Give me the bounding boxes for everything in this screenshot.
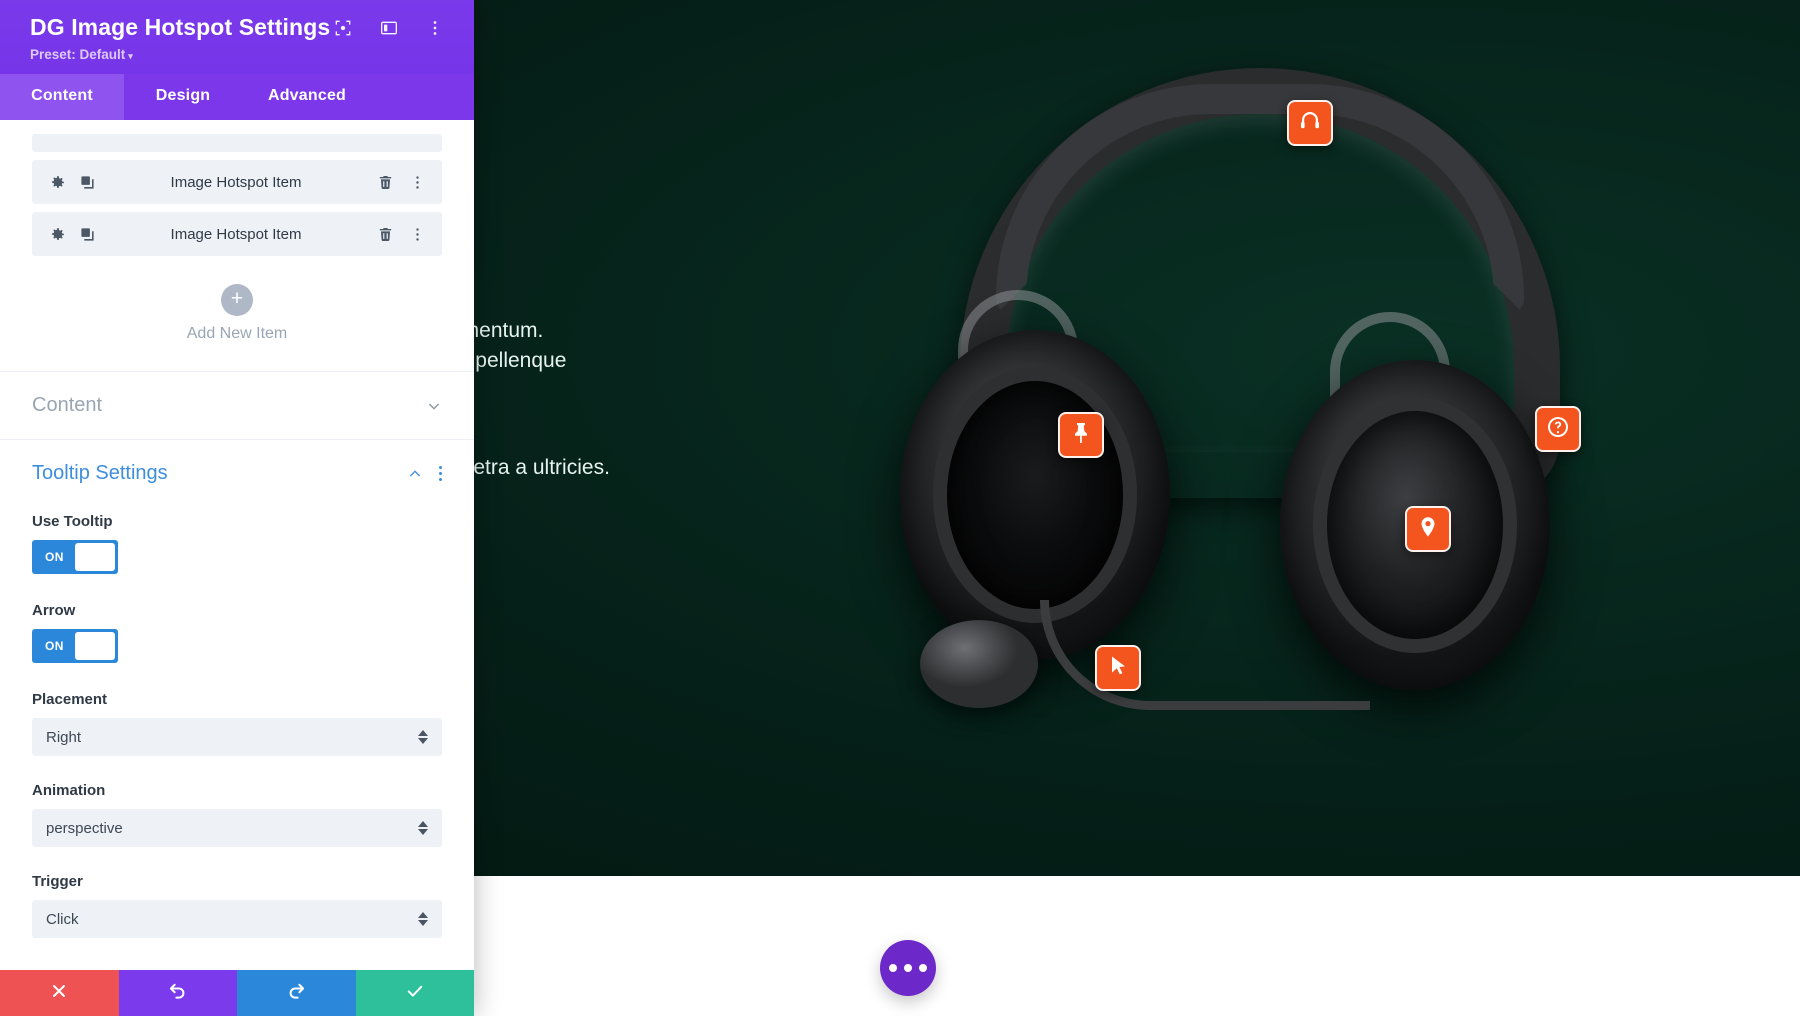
more-vertical-icon[interactable]	[439, 466, 442, 481]
use-tooltip-toggle[interactable]: ON	[32, 540, 118, 574]
headphone-mic-arm	[1040, 600, 1370, 710]
redo-button[interactable]	[237, 970, 356, 1016]
animation-label: Animation	[32, 782, 106, 799]
headphones-icon	[1298, 109, 1322, 138]
question-circle-icon	[1546, 415, 1570, 444]
use-tooltip-state: ON	[45, 550, 64, 564]
trash-icon[interactable]	[374, 171, 396, 193]
redo-icon	[286, 981, 306, 1006]
chevron-down-icon[interactable]	[426, 398, 442, 414]
placement-label: Placement	[32, 691, 108, 708]
modal-tabs: Content Design Advanced	[0, 74, 474, 120]
ellipsis-icon	[919, 964, 927, 972]
add-new-item-label: Add New Item	[186, 325, 288, 342]
section-content[interactable]: Content	[0, 371, 474, 439]
gear-icon[interactable]	[46, 223, 68, 245]
hotspot-question[interactable]	[1535, 406, 1581, 452]
field-trigger: Trigger Click	[0, 873, 474, 938]
undo-icon	[168, 981, 188, 1006]
hotspot-cursor[interactable]	[1095, 645, 1141, 691]
undo-button[interactable]	[118, 970, 237, 1016]
save-button[interactable]	[355, 970, 474, 1016]
chevron-up-icon[interactable]	[407, 466, 423, 482]
toggle-knob	[75, 632, 115, 660]
field-use-tooltip: Use Tooltip ON	[0, 513, 474, 574]
close-icon	[49, 981, 69, 1006]
modal-header: DG Image Hotspot Settings Preset: Defaul…	[0, 0, 474, 74]
toggle-knob	[75, 543, 115, 571]
use-tooltip-label: Use Tooltip	[32, 513, 113, 530]
trigger-label: Trigger	[32, 873, 83, 890]
arrow-toggle[interactable]: ON	[32, 629, 118, 663]
modal-title: DG Image Hotspot Settings	[30, 14, 331, 40]
section-tooltip-settings-label: Tooltip Settings	[32, 462, 168, 484]
placement-value: Right	[46, 728, 82, 746]
select-arrows-icon	[418, 821, 428, 835]
gear-icon[interactable]	[46, 171, 68, 193]
animation-value: perspective	[46, 819, 123, 837]
check-icon	[405, 981, 425, 1006]
section-tooltip-settings[interactable]: Tooltip Settings	[0, 439, 474, 507]
hotspot-item-partial[interactable]	[32, 134, 442, 152]
field-placement: Placement Right	[0, 691, 474, 756]
headphone-headband-pad	[996, 84, 1524, 314]
list-item-label: Image Hotspot Item	[170, 225, 302, 243]
duplicate-icon[interactable]	[76, 223, 98, 245]
preset-selector[interactable]: Preset: Default ▾	[30, 47, 450, 62]
list-item-label: Image Hotspot Item	[170, 173, 302, 191]
placement-select[interactable]: Right	[32, 718, 442, 756]
arrow-label: Arrow	[32, 602, 76, 619]
duplicate-icon[interactable]	[76, 171, 98, 193]
tab-design[interactable]: Design	[124, 74, 242, 120]
trigger-value: Click	[46, 910, 79, 928]
headphones-image	[900, 40, 1640, 740]
ellipsis-icon	[904, 964, 912, 972]
select-arrows-icon	[418, 912, 428, 926]
layout-panel-icon[interactable]	[378, 17, 400, 39]
list-item[interactable]: Image Hotspot Item	[32, 160, 442, 204]
modal-body[interactable]: Image Hotspot Item Image Hotspot Item + …	[0, 120, 474, 970]
select-arrows-icon	[418, 730, 428, 744]
map-pin-icon	[1416, 515, 1440, 544]
plus-icon: +	[221, 284, 253, 316]
list-item[interactable]: Image Hotspot Item	[32, 212, 442, 256]
more-options-button[interactable]	[880, 940, 936, 996]
more-vertical-icon[interactable]	[424, 17, 446, 39]
pushpin-icon	[1069, 421, 1093, 450]
hotspot-headphones[interactable]	[1287, 100, 1333, 146]
settings-modal: DG Image Hotspot Settings Preset: Defaul…	[0, 0, 474, 1016]
add-new-item-button[interactable]: + Add New Item	[0, 284, 474, 343]
headphone-microphone	[920, 620, 1038, 708]
tab-advanced[interactable]: Advanced	[242, 74, 372, 120]
field-animation: Animation perspective	[0, 782, 474, 847]
more-vertical-icon[interactable]	[406, 171, 428, 193]
preset-label: Preset: Default	[30, 47, 126, 62]
field-arrow: Arrow ON	[0, 602, 474, 663]
tab-content[interactable]: Content	[0, 74, 124, 120]
section-content-label: Content	[32, 394, 103, 416]
ellipsis-icon	[889, 964, 897, 972]
chevron-down-icon: ▾	[128, 51, 133, 61]
cancel-button[interactable]	[0, 970, 119, 1016]
animation-select[interactable]: perspective	[32, 809, 442, 847]
trash-icon[interactable]	[374, 223, 396, 245]
hotspot-map-pin[interactable]	[1405, 506, 1451, 552]
trigger-select[interactable]: Click	[32, 900, 442, 938]
modal-footer	[0, 970, 474, 1016]
hotspot-pushpin[interactable]	[1058, 412, 1104, 458]
focus-target-icon[interactable]	[332, 17, 354, 39]
cursor-arrow-icon	[1106, 654, 1130, 683]
more-vertical-icon[interactable]	[406, 223, 428, 245]
arrow-state: ON	[45, 639, 64, 653]
